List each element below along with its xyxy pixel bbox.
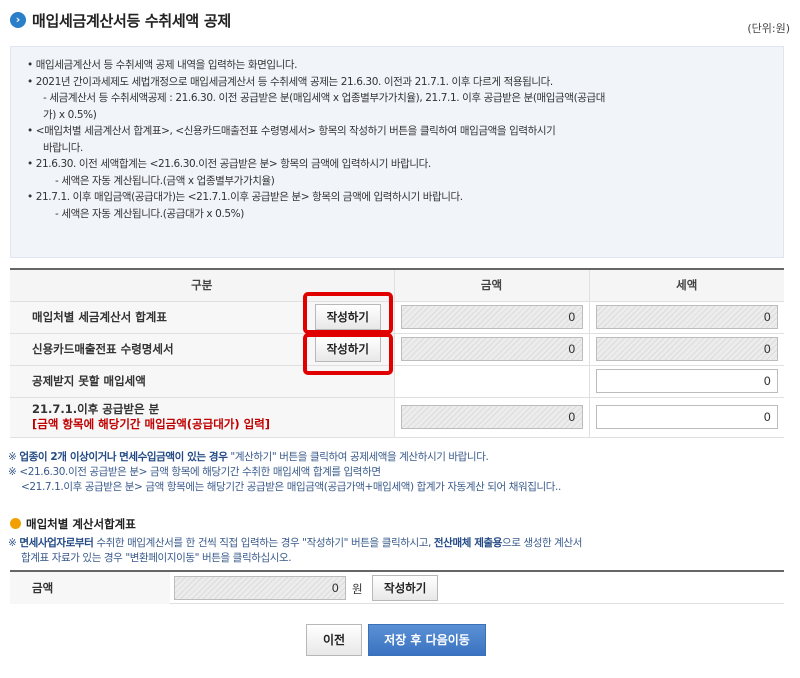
save-next-button[interactable]: 저장 후 다음이동 [368,624,486,656]
table-header: 구분 금액 세액 [10,268,784,302]
info-line: 바랍니다. [43,141,83,154]
footer-buttons: 이전 저장 후 다음이동 [0,624,800,658]
invoice-amount-field: 0 [174,576,346,600]
info-line: • 매입세금계산서 등 수취세액 공제 내역을 입력하는 화면입니다. [27,59,298,71]
section-title: 매입처별 계산서합계표 [10,516,136,532]
currency-label: 원 [352,582,363,596]
amount-label: 금액 [10,572,170,604]
info-line: • <매입처별 세금계산서 합계표>, <신용카드매출전표 수령명세서> 항목의… [27,125,556,137]
note-line: ※ <21.6.30.이전 공급받은 분> 금액 항목에 해당기간 수취한 매입… [8,466,381,478]
page-header: › 매입세금계산서등 수취세액 공제 (단위:원) [10,8,790,36]
info-line: • 21.7.1. 이후 매입금액(공급대가)는 <21.7.1.이후 공급받은… [27,191,463,203]
note-line: 합계표 자료가 있는 경우 "변환페이지이동" 버튼을 클릭하십시오. [21,552,292,564]
unit-label: (단위:원) [747,22,790,35]
row-note: [금액 항목에 해당기간 매입금액(공급대가) 입력] [32,417,271,431]
amount-field: 0 [400,405,583,429]
row-label: 신용카드매출전표 수령명세서 [10,333,302,366]
table-row: 21.7.1.이후 공급받은 분 [금액 항목에 해당기간 매입금액(공급대가)… [10,397,784,438]
table-row: 신용카드매출전표 수령명세서 작성하기 0 0 [10,333,784,366]
section-notes: ※ 면세사업자로부터 수취한 매입계산서를 한 건씩 직접 입력하는 경우 "작… [8,536,788,566]
info-box: • 매입세금계산서 등 수취세액 공제 내역을 입력하는 화면입니다. • 20… [10,46,784,258]
invoice-amount-row: 금액 0 원 작성하기 [10,570,784,604]
info-line: 가) x 0.5%) [43,108,97,121]
chevron-right-icon: › [10,12,26,28]
deduction-table: 구분 금액 세액 매입처별 세금계산서 합계표 작성하기 0 0 신용카드매출전… [10,268,784,438]
tax-input[interactable]: 0 [595,369,778,393]
table-row: 공제받지 못할 매입세액 0 [10,365,784,398]
prev-button[interactable]: 이전 [306,624,362,656]
table-row: 매입처별 세금계산서 합계표 작성하기 0 0 [10,301,784,334]
write-button-invoice-summary[interactable]: 작성하기 [372,575,439,601]
notes: ※ 업종이 2개 이상이거나 면세수입금액이 있는 경우 "계산하기" 버튼을 … [8,450,788,495]
info-line: - 세금계산서 등 수취세액공제 : 21.6.30. 이전 공급받은 분(매입… [43,92,606,104]
highlight-box [303,292,393,334]
page-title: 매입세금계산서등 수취세액 공제 [32,12,231,30]
note-line: <21.7.1.이후 공급받은 분> 금액 항목에는 해당기간 공급받은 매입금… [21,481,561,493]
info-line: • 21.6.30. 이전 세액합계는 <21.6.30.이전 공급받은 분> … [27,158,431,170]
col-tax: 세액 [588,268,784,302]
tax-input[interactable]: 0 [595,405,778,429]
row-label: 21.7.1.이후 공급받은 분 [32,402,160,416]
info-line: - 세액은 자동 계산됩니다.(공급대가 x 0.5%) [55,207,244,220]
bullet-icon [10,518,21,529]
amount-field: 0 [400,337,583,361]
amount-field: 0 [400,305,583,329]
row-label: 매입처별 세금계산서 합계표 [10,301,302,334]
highlight-box [303,333,393,375]
col-amount: 금액 [393,268,589,302]
tax-field: 0 [595,305,778,329]
tax-field: 0 [595,337,778,361]
info-line: • 2021년 간이과세제도 세법개정으로 매입세금계산서 등 수취세액 공제는… [27,75,553,88]
info-line: - 세액은 자동 계산됩니다.(금액 x 업종별부가가치율) [55,174,275,187]
